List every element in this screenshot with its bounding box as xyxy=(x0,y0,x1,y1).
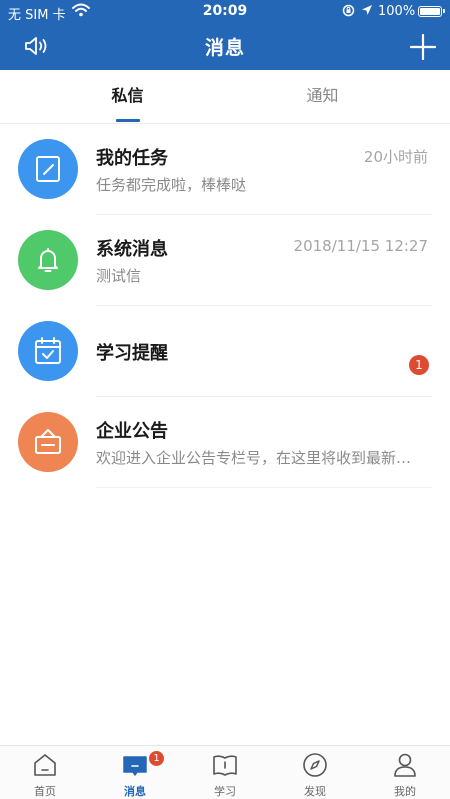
tab-active-indicator xyxy=(116,119,140,122)
message-avatar xyxy=(18,321,78,381)
tabbar-item-me[interactable]: 我的 xyxy=(360,746,450,799)
message-preview: 任务都完成啦，棒棒哒 xyxy=(96,176,247,194)
tabbar-label: 首页 xyxy=(34,785,56,798)
top-bar: 无 SIM 卡 20:09 100% 消息 xyxy=(0,0,450,70)
status-bar: 无 SIM 卡 20:09 100% xyxy=(0,0,450,24)
message-tabs: 私信 通知 xyxy=(0,70,450,124)
message-list: 我的任务 任务都完成啦，棒棒哒 20小时前 系统消息 测试信 2018/11/1… xyxy=(0,124,450,488)
page-title: 消息 xyxy=(204,37,245,59)
tabbar-item-messages[interactable]: 1 消息 xyxy=(90,746,180,799)
tabbar-label: 学习 xyxy=(214,785,236,798)
message-title: 学习提醒 xyxy=(96,343,168,364)
edit-icon xyxy=(36,156,60,182)
message-preview: 欢迎进入企业公告专栏号，在这里将收到最新的企业资讯和通知公告 xyxy=(96,449,421,467)
message-item-tasks[interactable]: 我的任务 任务都完成啦，棒棒哒 20小时前 xyxy=(0,124,450,215)
tab-label: 通知 xyxy=(306,86,339,105)
tab-private[interactable]: 私信 xyxy=(15,70,240,124)
message-avatar xyxy=(18,412,78,472)
tabbar-badge: 1 xyxy=(149,751,164,766)
message-item-notice[interactable]: 企业公告 欢迎进入企业公告专栏号，在这里将收到最新的企业资讯和通知公告 xyxy=(0,397,450,488)
location-icon xyxy=(362,5,372,15)
plus-icon[interactable] xyxy=(410,34,436,60)
message-avatar xyxy=(18,230,78,290)
bottom-tab-bar: 首页 1 消息 学习 发现 我的 xyxy=(0,745,450,799)
tabbar-label: 我的 xyxy=(394,785,416,798)
battery-icon xyxy=(418,6,445,17)
message-preview: 测试信 xyxy=(96,267,142,285)
rotation-lock-icon xyxy=(342,4,355,17)
message-avatar xyxy=(18,139,78,199)
message-title: 系统消息 xyxy=(96,239,168,260)
tab-notice[interactable]: 通知 xyxy=(210,70,435,124)
message-title: 我的任务 xyxy=(96,148,168,169)
tabbar-label: 消息 xyxy=(124,785,146,798)
message-item-study[interactable]: 学习提醒 xyxy=(0,306,450,397)
nav-bar: 消息 xyxy=(0,24,450,70)
message-title: 企业公告 xyxy=(96,421,168,442)
message-icon xyxy=(123,756,147,776)
message-time: 2018/11/15 12:27 xyxy=(293,237,428,255)
calendar-check-icon xyxy=(35,337,61,364)
book-icon xyxy=(213,755,237,776)
compass-icon xyxy=(303,753,327,777)
battery-percent: 100% xyxy=(378,4,416,19)
home-icon xyxy=(34,754,56,776)
tabbar-label: 发现 xyxy=(304,785,326,798)
message-time: 20小时前 xyxy=(363,148,428,166)
tab-label: 私信 xyxy=(111,86,144,105)
tabbar-item-home[interactable]: 首页 xyxy=(0,746,90,799)
divider xyxy=(96,487,432,488)
bell-icon xyxy=(38,248,58,272)
message-item-system[interactable]: 系统消息 测试信 2018/11/15 12:27 1 xyxy=(0,215,450,375)
user-icon xyxy=(394,753,416,777)
tabbar-item-discover[interactable]: 发现 xyxy=(270,746,360,799)
tabbar-item-study[interactable]: 学习 xyxy=(180,746,270,799)
notice-icon xyxy=(35,429,61,454)
